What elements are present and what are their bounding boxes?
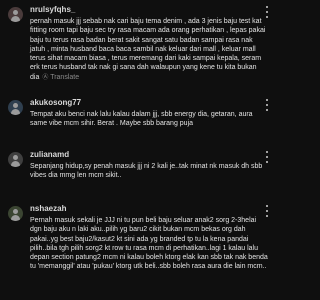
comment-feed: nrulsyfqhs_ pernah masuk jjj sebab nak c…: [0, 0, 275, 300]
comment-text: Pernah masuk sekali je JJJ ni tu pun bel…: [30, 217, 268, 271]
comment-username[interactable]: nshaezah: [30, 204, 66, 214]
avatar[interactable]: [8, 206, 23, 221]
avatar[interactable]: [8, 100, 23, 115]
comment-text: Tempat aku benci nak lalu kalau dalam jj…: [30, 111, 253, 128]
comment-item: nshaezah Pernah masuk sekali je JJJ ni t…: [0, 204, 275, 300]
comment-username[interactable]: akukosong77: [30, 98, 81, 108]
avatar[interactable]: [8, 7, 23, 22]
comment-text: Sepanjang hidup,sy penah masuk jjj ni 2 …: [30, 163, 263, 180]
avatar[interactable]: [8, 152, 23, 167]
comment-item: zulianamd Sepanjang hidup,sy penah masuk…: [0, 150, 275, 190]
translate-button[interactable]: Ⓐ Translate: [42, 74, 79, 81]
comment-username[interactable]: nrulsyfqhs_: [30, 5, 75, 15]
comment-username[interactable]: zulianamd: [30, 150, 69, 160]
comment-item: nrulsyfqhs_ pernah masuk jjj sebab nak c…: [0, 5, 275, 85]
comment-item: akukosong77 Tempat aku benci nak lalu ka…: [0, 98, 275, 138]
comment-text: pernah masuk jjj sebab nak cari baju tem…: [30, 18, 266, 81]
translate-icon: Ⓐ: [42, 74, 49, 81]
